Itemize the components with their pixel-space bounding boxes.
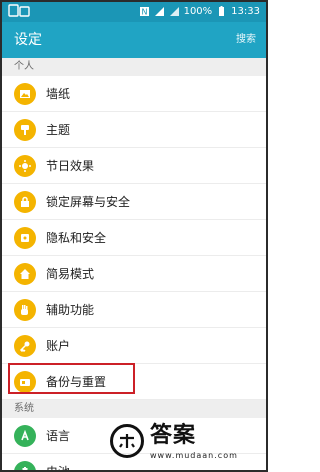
search-button[interactable]: 搜索 <box>236 33 256 47</box>
wallpaper-icon <box>14 83 36 105</box>
status-bar: N 100% 13:33 <box>2 2 266 22</box>
settings-item-label: 墙纸 <box>46 87 71 101</box>
watermark: 答案 www.mudaan.com <box>110 420 260 466</box>
settings-item-label: 账户 <box>46 339 71 353</box>
easy-mode-home-icon <box>14 263 36 285</box>
battery-percent: 100% <box>183 6 213 17</box>
settings-item-theme[interactable]: 主题 <box>2 112 266 148</box>
settings-item-label: 辅助功能 <box>46 303 95 317</box>
holiday-effect-icon <box>14 155 36 177</box>
highlight-box <box>8 363 135 394</box>
page-title: 设定 <box>14 32 42 48</box>
settings-item-wallpaper[interactable]: 墙纸 <box>2 76 266 112</box>
accessibility-hand-icon <box>14 299 36 321</box>
clock: 13:33 <box>231 6 260 17</box>
privacy-icon <box>14 227 36 249</box>
lock-icon <box>14 191 36 213</box>
settings-item-accounts[interactable]: 账户 <box>2 328 266 364</box>
settings-item-easy-mode[interactable]: 简易模式 <box>2 256 266 292</box>
settings-item-label: 简易模式 <box>46 267 95 281</box>
nfc-icon: N <box>139 7 149 17</box>
settings-item-label: 隐私和安全 <box>46 231 107 245</box>
key-icon <box>14 335 36 357</box>
battery-icon <box>14 461 36 470</box>
watermark-url: www.mudaan.com <box>150 451 238 460</box>
settings-item-label: 锁定屏幕与安全 <box>46 195 131 209</box>
settings-item-label: 主题 <box>46 123 71 137</box>
settings-item-holiday-effect[interactable]: 节日效果 <box>2 148 266 184</box>
signal-icon-2 <box>169 7 179 16</box>
settings-item-label: 语言 <box>46 429 71 443</box>
battery-icon-status <box>219 6 225 16</box>
notification-icon <box>8 4 30 17</box>
settings-item-lock-screen[interactable]: 锁定屏幕与安全 <box>2 184 266 220</box>
watermark-text: 答案 <box>150 423 197 448</box>
language-icon <box>14 425 36 447</box>
settings-item-privacy[interactable]: 隐私和安全 <box>2 220 266 256</box>
settings-item-label: 电池 <box>46 465 71 472</box>
signal-icon <box>154 7 164 16</box>
app-bar: 设定 搜索 <box>2 22 266 58</box>
watermark-logo-icon <box>110 424 144 458</box>
svg-text:N: N <box>141 8 147 17</box>
status-indicators: N 100% 13:33 <box>139 5 260 18</box>
theme-brush-icon <box>14 119 36 141</box>
section-header-system: 系统 <box>2 400 266 418</box>
screen-frame: N 100% 13:33 设定 搜索 个人 墙纸 主题 节日效果 锁定屏幕与安全… <box>0 0 268 472</box>
settings-item-accessibility[interactable]: 辅助功能 <box>2 292 266 328</box>
settings-item-label: 节日效果 <box>46 159 95 173</box>
section-header-personal: 个人 <box>2 58 266 76</box>
